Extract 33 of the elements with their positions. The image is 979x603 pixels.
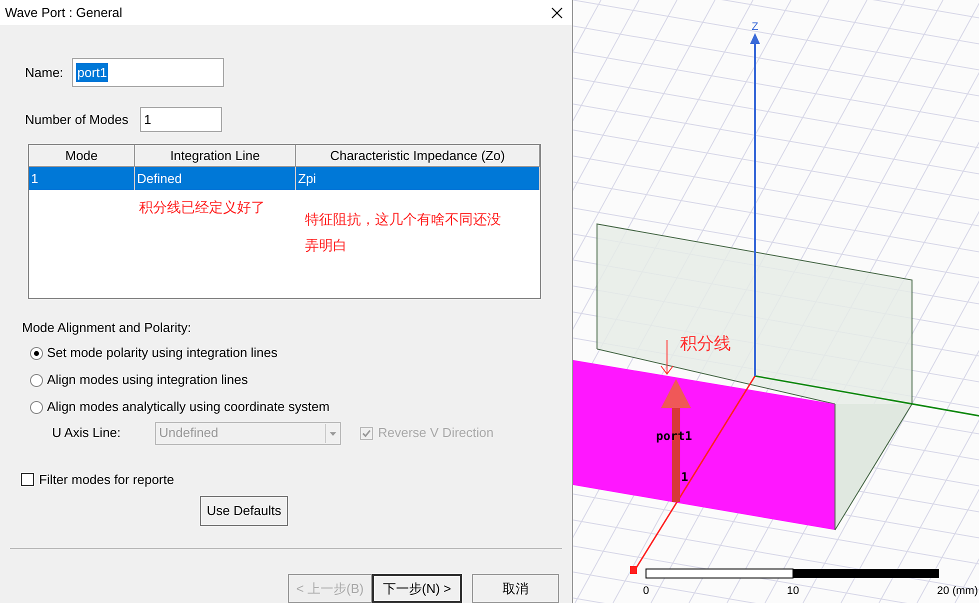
radio-label[interactable]: Align modes analytically using coordinate system bbox=[47, 397, 330, 417]
table-cell: Zpi bbox=[296, 167, 540, 190]
scale-label: 20 (mm) bbox=[937, 585, 978, 597]
radio-button[interactable] bbox=[30, 400, 43, 414]
wizard-button[interactable]: 下一步(N) > bbox=[372, 574, 462, 603]
annotation-text: 积分线 bbox=[680, 334, 731, 353]
mode-label: 1 bbox=[681, 470, 688, 484]
use-defaults-button[interactable]: Use Defaults bbox=[200, 496, 288, 526]
name-field[interactable]: port1 bbox=[72, 58, 224, 87]
scale-label: 0 bbox=[642, 585, 650, 597]
window-title: Wave Port : General bbox=[5, 4, 122, 22]
table-cell: 1 bbox=[29, 167, 135, 190]
close-icon[interactable] bbox=[551, 6, 563, 18]
radio-label[interactable]: Set mode polarity using integration lines bbox=[47, 343, 278, 363]
origin-marker bbox=[630, 566, 637, 574]
annotation-text: 积分线已经定义好了 bbox=[139, 198, 265, 217]
section-title: Mode Alignment and Polarity: bbox=[22, 319, 192, 338]
checkbox[interactable] bbox=[21, 472, 34, 486]
axis-label: Z bbox=[752, 21, 758, 33]
field-label: Name: bbox=[25, 64, 64, 82]
table-cell: Defined bbox=[135, 167, 296, 190]
annotation-arrow bbox=[660, 340, 674, 375]
modes-field[interactable]: 1 bbox=[140, 107, 222, 132]
radio-button[interactable] bbox=[30, 374, 43, 387]
annotation-text: 特征阻抗，这几个有啥不同还没弄明白 bbox=[305, 210, 502, 255]
radio-button[interactable] bbox=[30, 346, 43, 360]
field-label: Number of Modes bbox=[25, 110, 130, 129]
wizard-button[interactable]: 取消 bbox=[472, 574, 559, 603]
field-label: U Axis Line: bbox=[52, 424, 122, 442]
scale-label: 10 bbox=[786, 585, 800, 597]
checkbox-label[interactable]: Filter modes for reporte bbox=[39, 470, 174, 490]
radio-label[interactable]: Align modes using integration lines bbox=[47, 370, 248, 390]
table-row[interactable]: 1 Defined Zpi bbox=[29, 167, 540, 190]
